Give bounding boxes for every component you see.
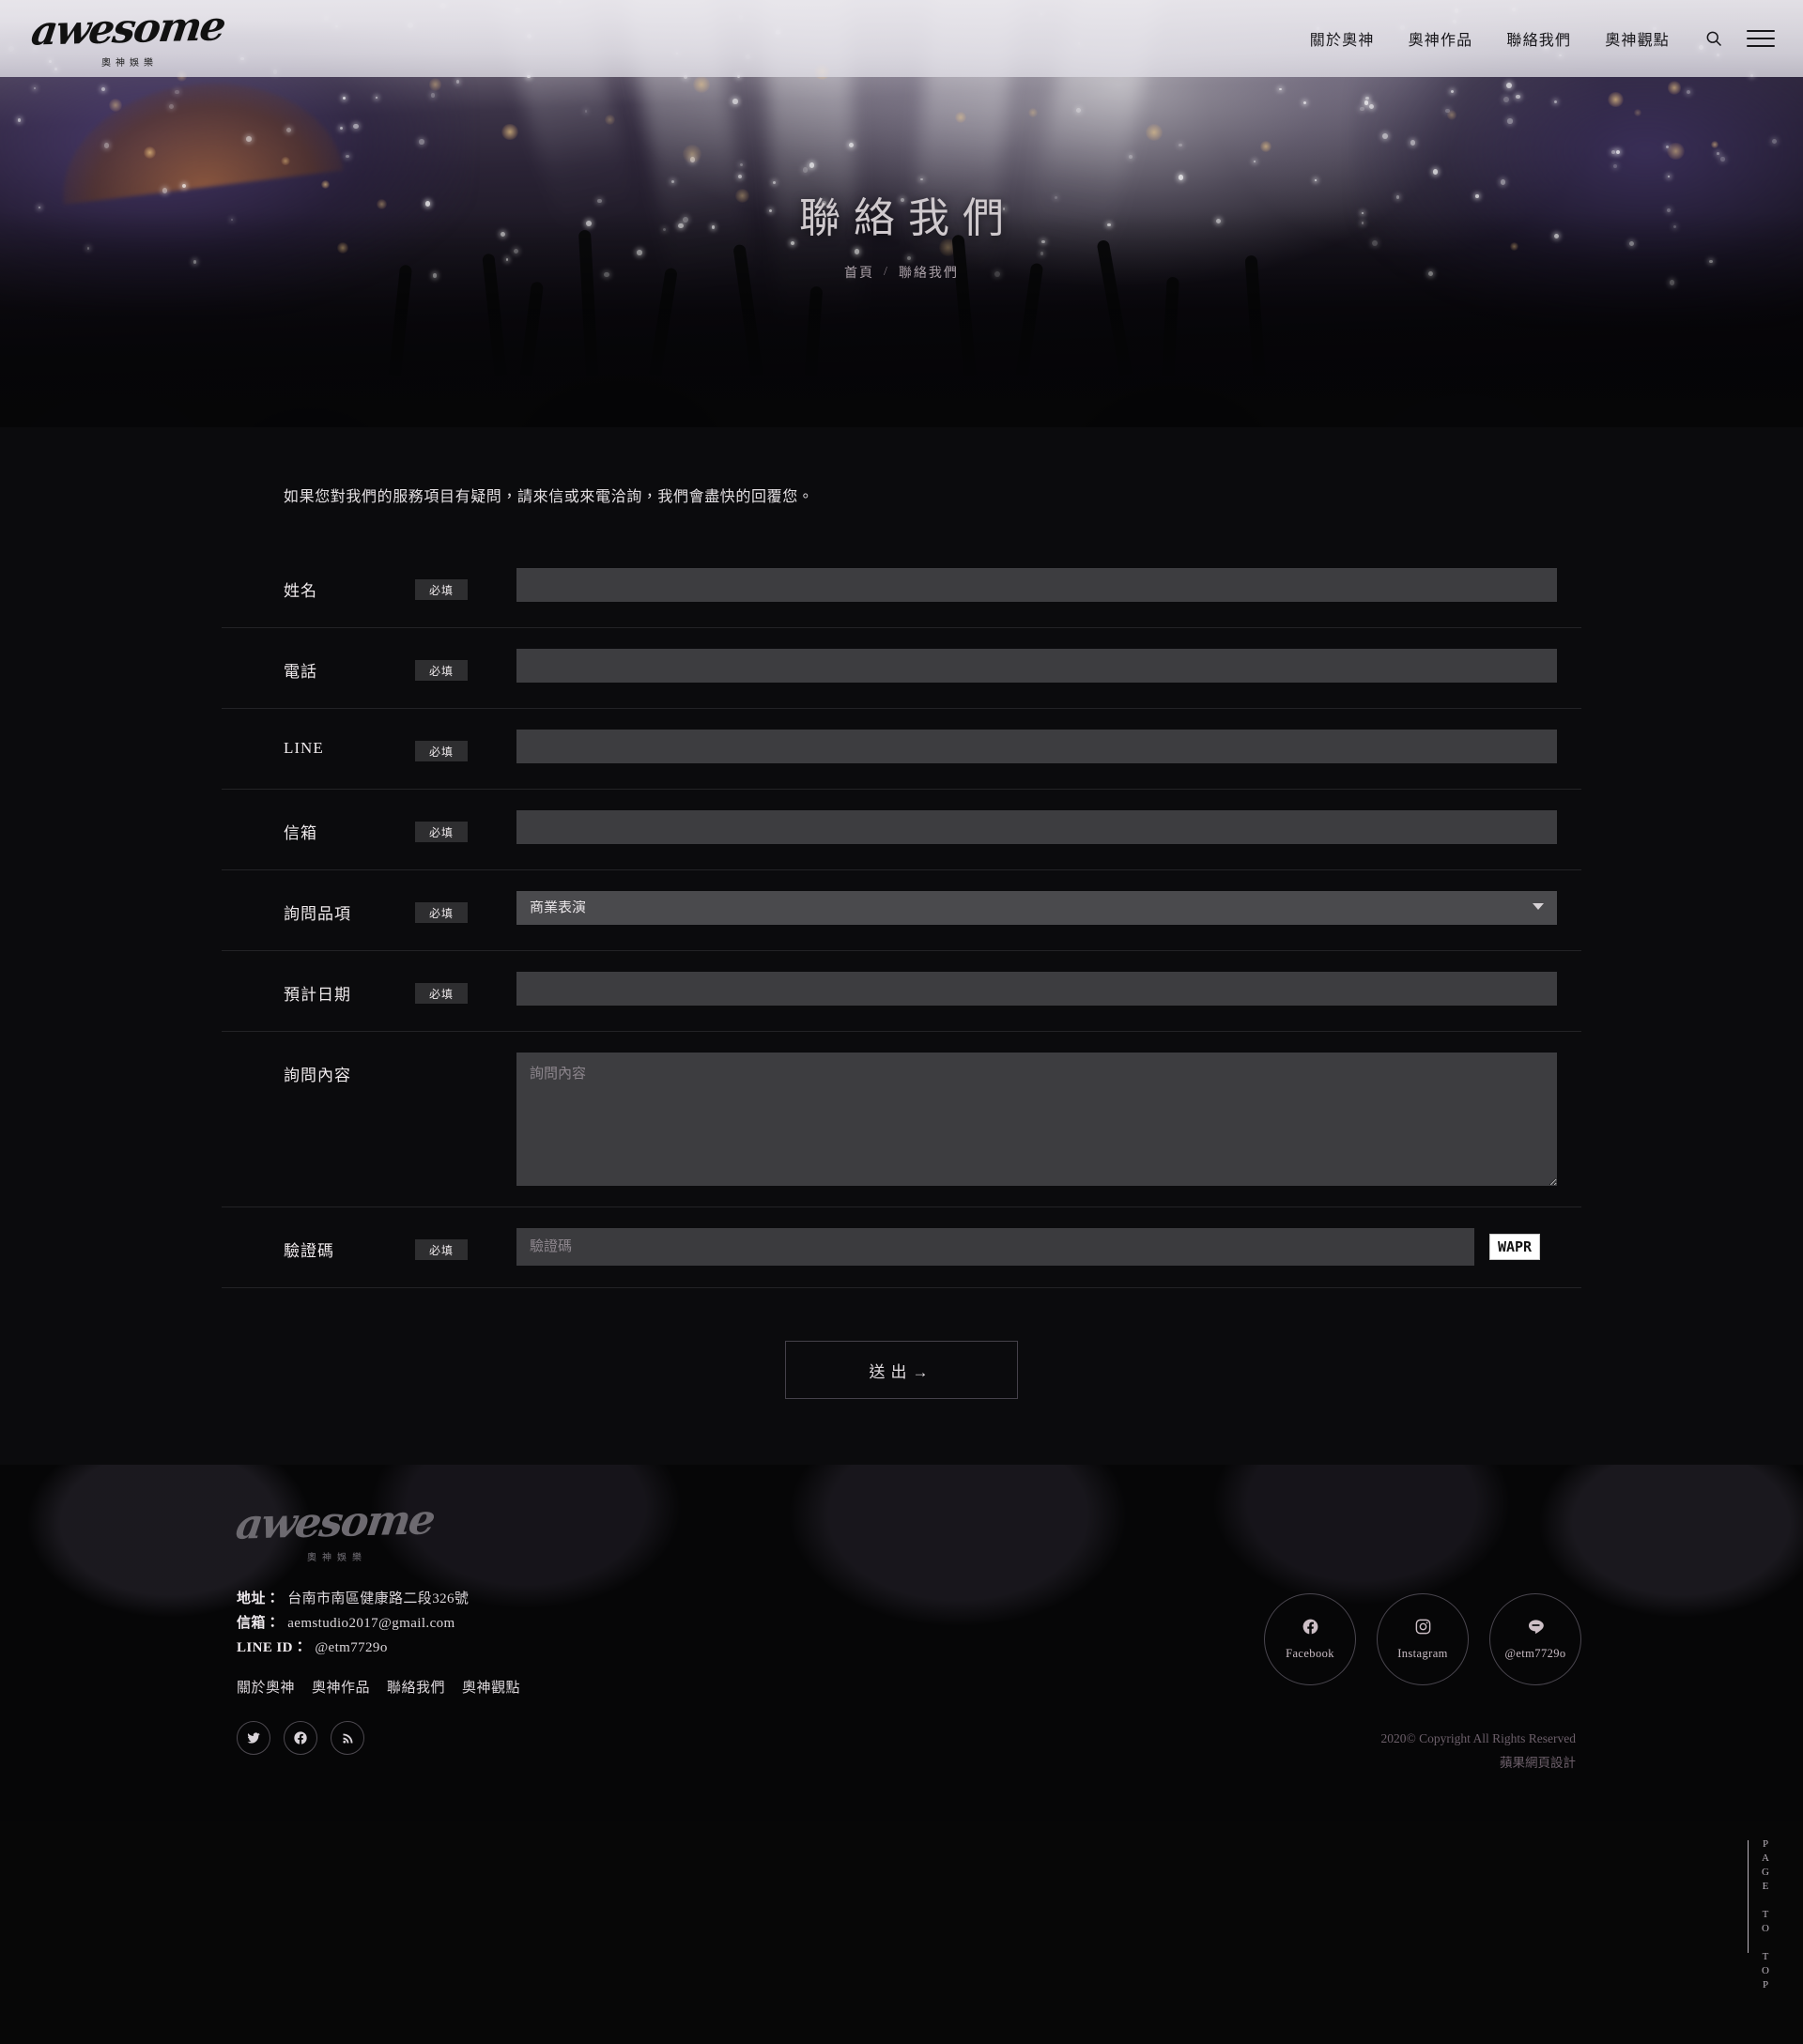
required-badge: 必填 xyxy=(415,902,468,923)
line-icon xyxy=(1527,1618,1545,1640)
required-badge: 必填 xyxy=(415,822,468,842)
footer-contact-block: 地址： 台南市南區健康路二段326號 信箱： aemstudio2017@gmail… xyxy=(222,1588,1067,1755)
breadcrumb-home[interactable]: 首頁 xyxy=(844,263,874,282)
phone-input[interactable] xyxy=(516,649,1557,683)
required-badge: 必填 xyxy=(415,1239,468,1260)
page-title: 聯絡我們 xyxy=(786,184,1017,244)
social-line-label: @etm7729o xyxy=(1504,1647,1565,1661)
footer-link-about[interactable]: 關於奧神 xyxy=(237,1677,295,1697)
copyright-line-2[interactable]: 蘋果網頁設計 xyxy=(1380,1751,1576,1775)
copyright-line-1: 2020© Copyright All Rights Reserved xyxy=(1380,1727,1576,1751)
required-badge: 必填 xyxy=(415,983,468,1004)
footer-address-label: 地址： xyxy=(237,1591,280,1606)
required-badge: 必填 xyxy=(415,579,468,600)
copyright-block: 2020© Copyright All Rights Reserved 蘋果網頁… xyxy=(1380,1727,1581,1775)
footer-address-value: 台南市南區健康路二段326號 xyxy=(287,1591,469,1606)
social-facebook-label: Facebook xyxy=(1286,1647,1334,1661)
page-to-top-line xyxy=(1748,1840,1749,1953)
page-to-top-label: PAGE TO TOP xyxy=(1760,1838,1771,1993)
logo-wordmark: awesome xyxy=(29,7,226,52)
field-label-line: LINE xyxy=(284,730,396,758)
required-badge: 必填 xyxy=(415,660,468,681)
page-to-top-button[interactable]: PAGE TO TOP xyxy=(1748,1838,1771,1993)
footer-link-contact[interactable]: 聯絡我們 xyxy=(387,1677,445,1697)
hamburger-menu-icon[interactable] xyxy=(1747,30,1775,47)
nav-item-contact[interactable]: 聯絡我們 xyxy=(1506,27,1571,50)
rss-icon[interactable] xyxy=(331,1721,364,1755)
captcha-input[interactable] xyxy=(516,1228,1474,1266)
inquiry-type-select[interactable]: 商業表演 xyxy=(516,891,1557,925)
footer-email-label: 信箱： xyxy=(237,1616,280,1631)
twitter-icon[interactable] xyxy=(237,1721,270,1755)
footer-lineid-label: LINE ID： xyxy=(237,1640,307,1655)
form-row-name: 姓名 必填 xyxy=(222,547,1581,628)
form-row-phone: 電話 必填 xyxy=(222,628,1581,709)
facebook-icon[interactable] xyxy=(284,1721,317,1755)
required-badge: 必填 xyxy=(415,741,468,761)
footer-right-block: Facebook Instagram @etm7729o 2020© Copyr… xyxy=(1067,1588,1581,1775)
field-label-email: 信箱 xyxy=(284,810,396,843)
form-row-line: LINE 必填 xyxy=(222,709,1581,790)
message-textarea[interactable] xyxy=(516,1053,1557,1186)
search-icon[interactable] xyxy=(1702,26,1726,51)
social-facebook-button[interactable]: Facebook xyxy=(1264,1593,1356,1685)
captcha-image[interactable]: WAPR xyxy=(1489,1234,1540,1260)
footer-logo-subtitle: 奧神娛樂 xyxy=(307,1549,367,1563)
form-row-email: 信箱 必填 xyxy=(222,790,1581,870)
footer-lineid-value[interactable]: @etm7729o xyxy=(315,1640,387,1655)
breadcrumb: 首頁 / 聯絡我們 xyxy=(844,263,959,282)
form-row-message: 詢問內容 xyxy=(222,1032,1581,1207)
footer-email-value[interactable]: aemstudio2017@gmail.com xyxy=(287,1616,455,1631)
field-label-inquiry-type: 詢問品項 xyxy=(284,891,396,924)
instagram-icon xyxy=(1414,1618,1432,1640)
form-intro-text: 如果您對我們的服務項目有疑問，請來信或來電洽詢，我們會盡快的回覆您。 xyxy=(222,484,1581,506)
expected-date-input[interactable] xyxy=(516,972,1557,1006)
field-label-phone: 電話 xyxy=(284,649,396,682)
breadcrumb-separator: / xyxy=(884,265,889,280)
footer-logo-wordmark: awesome xyxy=(234,1499,437,1545)
social-instagram-button[interactable]: Instagram xyxy=(1377,1593,1469,1685)
site-footer: awesome 奧神娛樂 地址： 台南市南區健康路二段326號 信箱： aemstu… xyxy=(0,1465,1803,1821)
footer-small-social xyxy=(237,1721,1067,1755)
footer-links: 關於奧神 奧神作品 聯絡我們 奧神觀點 xyxy=(237,1677,1067,1697)
name-input[interactable] xyxy=(516,568,1557,602)
page-root: awesome 奧神娛樂 關於奧神 奧神作品 聯絡我們 奧神觀點 聯絡我們 首頁… xyxy=(0,0,1803,2044)
line-input[interactable] xyxy=(516,730,1557,763)
form-row-expected-date: 預計日期 必填 xyxy=(222,951,1581,1032)
site-header: awesome 奧神娛樂 關於奧神 奧神作品 聯絡我們 奧神觀點 xyxy=(0,0,1803,77)
form-row-inquiry-type: 詢問品項 必填 商業表演 xyxy=(222,870,1581,951)
field-label-expected-date: 預計日期 xyxy=(284,972,396,1005)
nav-item-about[interactable]: 關於奧神 xyxy=(1310,27,1375,50)
field-label-captcha: 驗證碼 xyxy=(284,1228,396,1261)
contact-form-section: 如果您對我們的服務項目有疑問，請來信或來電洽詢，我們會盡快的回覆您。 姓名 必填… xyxy=(0,427,1803,1465)
footer-address-line: 地址： 台南市南區健康路二段326號 xyxy=(237,1588,1067,1607)
footer-email-line: 信箱： aemstudio2017@gmail.com xyxy=(237,1612,1067,1632)
footer-link-views[interactable]: 奧神觀點 xyxy=(462,1677,520,1697)
social-line-button[interactable]: @etm7729o xyxy=(1489,1593,1581,1685)
breadcrumb-current: 聯絡我們 xyxy=(899,263,959,282)
footer-link-works[interactable]: 奧神作品 xyxy=(312,1677,370,1697)
footer-lineid-line: LINE ID： @etm7729o xyxy=(237,1637,1067,1656)
form-row-captcha: 驗證碼 必填 WAPR xyxy=(222,1207,1581,1288)
header-actions xyxy=(1702,26,1775,51)
logo-subtitle: 奧神娛樂 xyxy=(101,54,158,69)
footer-logo[interactable]: awesome 奧神娛樂 xyxy=(237,1502,433,1563)
nav-item-views[interactable]: 奧神觀點 xyxy=(1605,27,1670,50)
site-logo[interactable]: awesome 奧神娛樂 xyxy=(32,9,223,69)
submit-button[interactable]: 送出→ xyxy=(785,1341,1018,1399)
field-label-message: 詢問內容 xyxy=(284,1053,396,1085)
field-label-name: 姓名 xyxy=(284,568,396,601)
facebook-icon xyxy=(1302,1618,1319,1640)
submit-area: 送出→ xyxy=(222,1288,1581,1465)
email-input[interactable] xyxy=(516,810,1557,844)
main-navigation: 關於奧神 奧神作品 聯絡我們 奧神觀點 xyxy=(1310,27,1670,50)
social-instagram-label: Instagram xyxy=(1397,1647,1448,1661)
nav-item-works[interactable]: 奧神作品 xyxy=(1409,27,1473,50)
footer-big-social: Facebook Instagram @etm7729o xyxy=(1264,1593,1581,1685)
